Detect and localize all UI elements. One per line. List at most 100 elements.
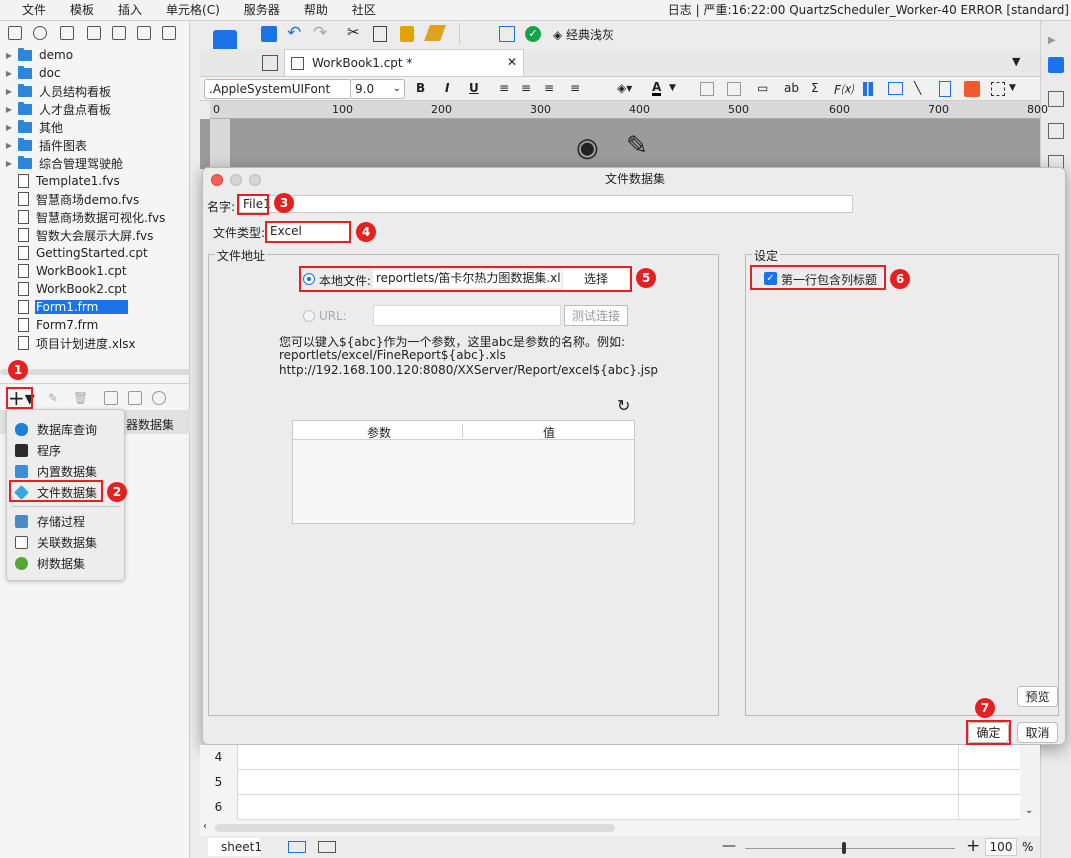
align-right-icon[interactable]: ≡ (544, 81, 554, 95)
settings-icon[interactable] (87, 26, 101, 40)
zoom-input[interactable]: 100 (985, 838, 1017, 856)
menu-community[interactable]: 社区 (340, 0, 388, 21)
tree-file[interactable]: 项目计划进度.xlsx (0, 334, 190, 352)
tree-file[interactable]: Form7.frm (0, 316, 190, 334)
font-color-icon[interactable]: A (652, 81, 662, 96)
align-left-icon[interactable]: ≡ (499, 81, 509, 95)
border-icon[interactable] (700, 82, 714, 96)
lock-icon[interactable] (162, 26, 176, 40)
grid-icon[interactable] (262, 55, 278, 71)
tree-file[interactable]: 智慧商场demo.fvs (0, 190, 190, 208)
merge-icon[interactable] (727, 82, 741, 96)
tree-folder[interactable]: ▶ 其他 (0, 118, 190, 136)
cut-icon[interactable]: ✂ (347, 23, 360, 41)
tab-workbook1[interactable]: WorkBook1.cpt * ✕ (284, 49, 524, 76)
expand-arrow-icon[interactable]: ▶ (0, 141, 18, 150)
add-sheet-icon[interactable] (288, 841, 306, 853)
trash-icon[interactable]: 🗑 (73, 391, 88, 405)
add-report-sheet-icon[interactable] (318, 841, 336, 853)
server-dataset-label[interactable]: 器数据集 (126, 416, 174, 433)
pencil-icon[interactable]: ✎ (626, 131, 648, 161)
theme-selector[interactable]: ◈ 经典浅灰 (553, 26, 614, 43)
expand-arrow-icon[interactable]: ▶ (0, 51, 18, 60)
expand-icon[interactable]: ▶ (1048, 35, 1056, 46)
formula-icon[interactable]: F⒳ (834, 81, 853, 98)
menu-stored-procedure[interactable]: 存储过程 (15, 512, 85, 530)
menu-program[interactable]: 程序 (15, 441, 61, 459)
refresh-params-icon[interactable]: ↻ (617, 398, 630, 414)
edit-icon[interactable]: ✎ (48, 391, 58, 405)
tree-scrollbar[interactable] (0, 369, 190, 375)
table-row[interactable]: 4 (200, 745, 1020, 770)
text-icon[interactable]: ▭ (757, 81, 768, 95)
font-size-select[interactable]: 9.0 ⌄ (350, 79, 405, 99)
url-input[interactable] (373, 305, 561, 326)
check-icon[interactable]: ✓ (525, 26, 541, 42)
copy-icon[interactable] (137, 26, 151, 40)
brush-icon[interactable] (424, 25, 446, 41)
params-icon[interactable] (128, 391, 142, 405)
hide-eye-icon[interactable]: ◉ (576, 133, 599, 163)
menu-server[interactable]: 服务器 (232, 0, 292, 21)
menu-insert[interactable]: 插入 (106, 0, 154, 21)
zoom-slider[interactable] (745, 848, 955, 849)
tree-folder[interactable]: ▶ 插件图表 (0, 136, 190, 154)
server-dataset-icon[interactable] (152, 391, 166, 405)
cancel-button[interactable]: 取消 (1017, 722, 1058, 743)
menu-tree-dataset[interactable]: 树数据集 (15, 554, 85, 572)
horizontal-scrollbar[interactable]: ‹ (200, 820, 1040, 836)
font-color-chevron-icon[interactable]: ▼ (669, 83, 676, 93)
zoom-in-icon[interactable]: + (966, 836, 980, 856)
image-icon[interactable] (888, 82, 903, 95)
tree-folder[interactable]: ▶ 人员结构看板 (0, 82, 190, 100)
table-row[interactable]: 6 (200, 795, 1020, 820)
menu-db-query[interactable]: 数据库查询 (15, 420, 97, 438)
underline-icon[interactable]: U (469, 81, 479, 95)
sum-icon[interactable]: Σ (811, 81, 819, 95)
new-folder-icon[interactable] (8, 26, 22, 40)
tree-file[interactable]: WorkBook1.cpt (0, 262, 190, 280)
expand-arrow-icon[interactable]: ▶ (0, 159, 18, 168)
tree-file[interactable]: 智数大会展示大屏.fvs (0, 226, 190, 244)
menu-file[interactable]: 文件 (0, 0, 58, 21)
zoom-slider-handle[interactable] (842, 842, 846, 854)
border-style-icon[interactable] (991, 82, 1005, 96)
paste-icon[interactable] (400, 26, 414, 42)
undo-icon[interactable]: ↶ (287, 23, 301, 43)
expand-arrow-icon[interactable]: ▶ (0, 87, 18, 96)
expand-arrow-icon[interactable]: ▶ (0, 123, 18, 132)
search-preview-icon[interactable] (499, 26, 515, 42)
save-icon[interactable] (261, 26, 277, 42)
sheet-tab[interactable]: sheet1 (208, 838, 262, 856)
bold-icon[interactable]: B (416, 81, 425, 95)
expand-arrow-icon[interactable]: ▶ (0, 69, 18, 78)
ab-icon[interactable]: ab (784, 81, 799, 95)
tree-file[interactable]: 智慧商场数据可视化.fvs (0, 208, 190, 226)
menu-builtin[interactable]: 内置数据集 (15, 462, 97, 480)
border-chevron-icon[interactable]: ▼ (1009, 83, 1016, 93)
preview-icon[interactable] (104, 391, 118, 405)
italic-icon[interactable]: I (445, 81, 449, 95)
tree-folder[interactable]: ▶ 综合管理驾驶舱 (0, 154, 190, 172)
fill-color-icon[interactable]: ◈▾ (617, 81, 632, 95)
refresh-icon[interactable] (33, 26, 47, 40)
align-center-icon[interactable]: ≡ (521, 81, 531, 95)
tree-file[interactable]: WorkBook2.cpt (0, 280, 190, 298)
delete-icon[interactable] (112, 26, 126, 40)
url-radio[interactable] (303, 310, 315, 322)
menu-help[interactable]: 帮助 (292, 0, 340, 21)
tree-folder[interactable]: ▶ 人才盘点看板 (0, 100, 190, 118)
richtext-icon[interactable] (939, 81, 951, 97)
tree-folder[interactable]: ▶ demo (0, 46, 190, 64)
tree-file[interactable]: Template1.fvs (0, 172, 190, 190)
tree-file[interactable]: Form1.frm (0, 298, 190, 316)
menu-cell[interactable]: 单元格(C) (154, 0, 232, 21)
tab-menu-icon[interactable]: ▼ (1012, 55, 1020, 68)
copy-doc-icon[interactable] (373, 26, 387, 42)
redo-icon[interactable]: ↷ (313, 23, 327, 43)
log-status-text[interactable]: 日志 | 严重:16:22:00 QuartzScheduler_Worker-… (668, 0, 1069, 21)
menu-template[interactable]: 模板 (58, 0, 106, 21)
tree-file[interactable]: GettingStarted.cpt (0, 244, 190, 262)
expand-arrow-icon[interactable]: ▶ (0, 105, 18, 114)
table-row[interactable]: 5 (200, 770, 1020, 795)
